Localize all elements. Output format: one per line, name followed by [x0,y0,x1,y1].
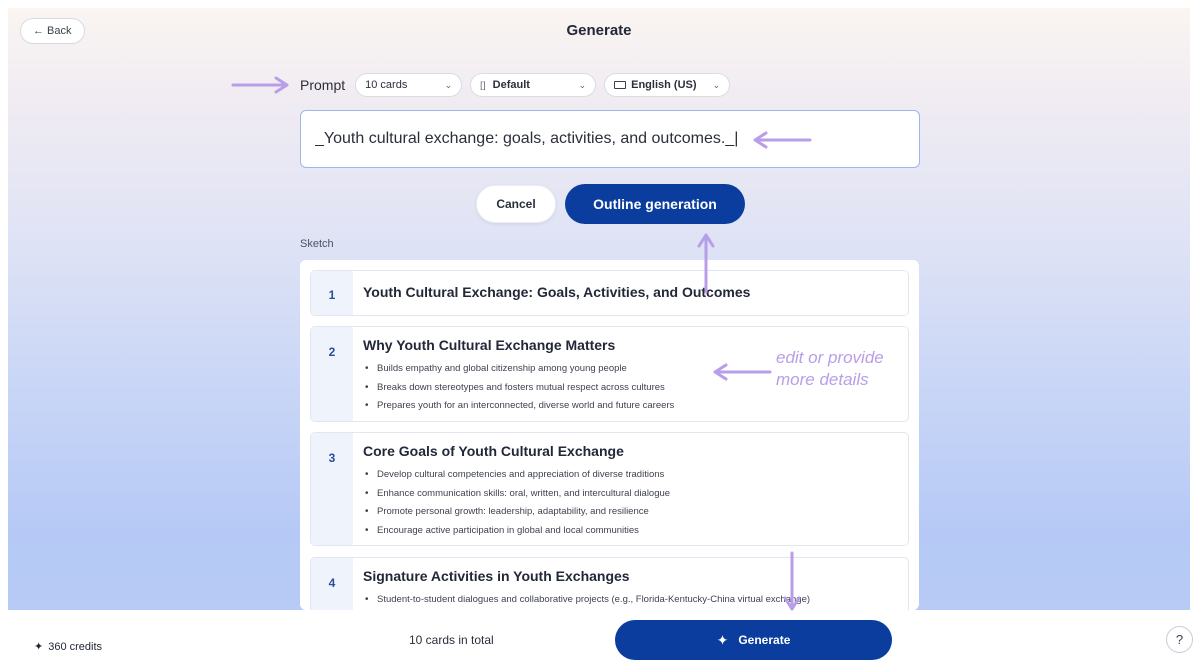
sparkle-icon: ✦ [34,641,44,653]
card-number-column: 4 [311,558,353,610]
cards-count-value: 10 cards [365,79,408,91]
theme-value: Default [492,79,530,91]
page-title: Generate [566,22,632,39]
card-bullet[interactable]: Encourage active participation in global… [363,522,900,541]
frame-right-edge [1190,0,1198,663]
chevron-down-icon: ⌄ [444,79,453,90]
card-bullet[interactable]: Promote personal growth: leadership, ada… [363,503,900,522]
outline-generation-button[interactable]: Outline generation [565,184,745,224]
card-number: 4 [328,576,336,590]
frame-top-edge [0,0,1198,8]
card-bullet-list: Develop cultural competencies and apprec… [363,466,900,540]
help-button[interactable]: ? [1166,626,1193,653]
card-bullet[interactable]: Develop cultural competencies and apprec… [363,466,900,485]
prompt-options-row: Prompt 10 cards ⌄ [ ] Default ⌄ English … [300,72,731,98]
generate-button[interactable]: ✦ Generate [615,620,892,660]
card-bullet[interactable]: Prepares youth for an interconnected, di… [363,397,900,416]
card-bullet[interactable]: Student-to-student dialogues and collabo… [363,591,900,610]
credits-indicator[interactable]: ✦ 360 credits [34,640,103,654]
frame-icon: [ ] [480,80,485,90]
frame-left-edge [0,0,8,663]
prompt-input[interactable] [300,110,920,168]
edit-annotation: edit or provide more details [776,348,884,389]
outline-card-1[interactable]: 1 Youth Cultural Exchange: Goals, Activi… [310,270,909,316]
prompt-label: Prompt [300,77,346,93]
credits-label: 360 credits [48,640,103,653]
arrow-to-prompt [231,76,289,94]
total-cards-label: 10 cards in total [409,633,494,647]
card-title[interactable]: Signature Activities in Youth Exchanges [363,568,900,584]
bottom-bar: ✦ 360 credits 10 cards in total ✦ Genera… [0,610,1198,663]
card-title[interactable]: Core Goals of Youth Cultural Exchange [363,443,900,459]
card-bullet[interactable]: Enhance communication skills: oral, writ… [363,485,900,504]
generate-label: Generate [738,633,791,647]
chevron-down-icon: ⌄ [578,79,587,90]
language-select[interactable]: English (US) ⌄ [604,73,731,97]
card-bullet-list: Student-to-student dialogues and collabo… [363,591,900,610]
sketch-label: Sketch [300,238,334,250]
card-number: 3 [328,451,336,465]
cards-count-select[interactable]: 10 cards ⌄ [355,73,463,97]
chevron-down-icon: ⌄ [712,79,721,90]
card-number: 1 [328,288,336,302]
cancel-button[interactable]: Cancel [476,185,556,223]
card-number-column: 3 [311,433,353,545]
card-number-column: 1 [311,271,353,315]
card-number-column: 2 [311,327,353,421]
theme-select[interactable]: [ ] Default ⌄ [470,73,597,97]
flag-icon [614,81,627,89]
card-title[interactable]: Youth Cultural Exchange: Goals, Activiti… [363,284,900,300]
language-value: English (US) [631,79,697,91]
sketch-panel: 1 Youth Cultural Exchange: Goals, Activi… [300,260,919,610]
sparkle-icon: ✦ [716,631,729,648]
outline-card-4[interactable]: 4 Signature Activities in Youth Exchange… [310,557,909,610]
outline-card-3[interactable]: 3 Core Goals of Youth Cultural Exchange … [310,432,909,546]
card-number: 2 [328,345,336,359]
